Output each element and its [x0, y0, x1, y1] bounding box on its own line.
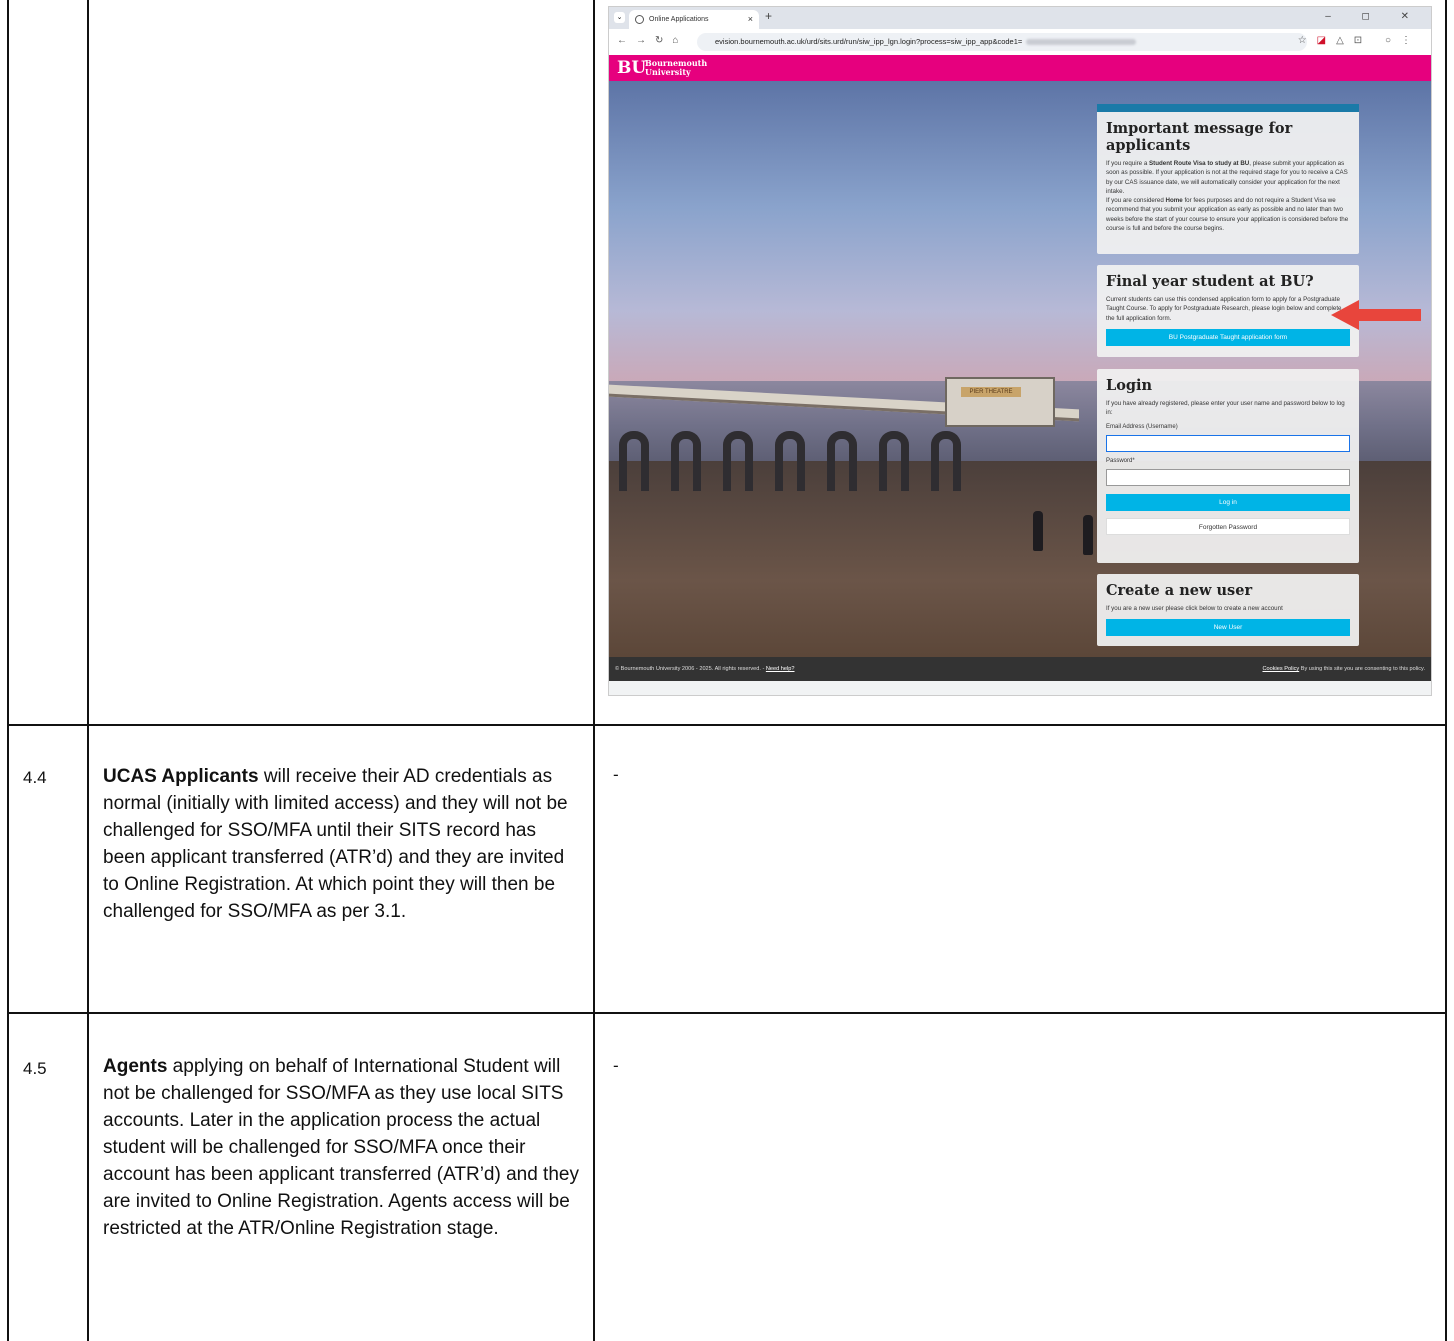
row-right-cell: -	[613, 1056, 619, 1075]
url-input[interactable]: evision.bournemouth.ac.uk/urd/sits.urd/r…	[697, 33, 1307, 51]
pier-theatre: PIER THEATRE	[945, 377, 1055, 427]
pier-arch	[879, 431, 909, 491]
row-right-cell: -	[613, 765, 619, 784]
person-silhouette	[1083, 515, 1093, 555]
row-description: Agents applying on behalf of Internation…	[103, 1053, 583, 1242]
new-user-button[interactable]: New User	[1106, 619, 1350, 637]
login-title: Login	[1106, 377, 1153, 394]
email-label: Email Address (Username)	[1106, 423, 1178, 430]
pier-arch	[619, 431, 649, 491]
url-text: evision.bournemouth.ac.uk/urd/sits.urd/r…	[715, 37, 1023, 46]
final-year-title: Final year student at BU?	[1106, 273, 1314, 290]
table-row-divider	[7, 724, 1447, 726]
row-body: will receive their AD credentials as nor…	[103, 766, 568, 922]
table-border-col2	[593, 0, 595, 1341]
cookies-policy-link[interactable]: Cookies Policy	[1262, 666, 1299, 672]
create-user-text: If you are a new user please click below…	[1106, 605, 1283, 612]
redacted-text	[1026, 39, 1137, 46]
pier-arch	[723, 431, 753, 491]
copyright-text: © Bournemouth University 2006 - 2025. Al…	[615, 666, 766, 672]
red-arrow-annotation	[1331, 300, 1421, 330]
pier-arch	[775, 431, 805, 491]
row-term: Agents	[103, 1056, 168, 1077]
tab-title: Online Applications	[649, 16, 709, 23]
globe-icon	[635, 15, 644, 24]
login-panel: Login If you have already registered, pl…	[1097, 369, 1359, 563]
site-header: BU Bournemouth University	[609, 55, 1431, 81]
browser-tab[interactable]: Online Applications ×	[629, 10, 759, 29]
browser-tab-bar: ⌄ Online Applications × + – ◻ ✕	[609, 7, 1431, 29]
row-term: UCAS Applicants	[103, 766, 259, 787]
final-year-text: Current students can use this condensed …	[1106, 296, 1342, 322]
password-field[interactable]	[1106, 468, 1350, 486]
nav-buttons[interactable]: ←→↻⌂	[617, 35, 687, 46]
login-button[interactable]: Log in	[1106, 493, 1350, 511]
important-title: Important message for applicants	[1106, 120, 1293, 154]
university-name-line2: University	[645, 67, 691, 77]
table-row-divider	[7, 1012, 1447, 1014]
login-text: If you have already registered, please e…	[1106, 400, 1345, 417]
university-name: Bournemouth University	[645, 59, 707, 77]
important-text-2: If you are considered Home for fees purp…	[1106, 197, 1349, 233]
close-tab-icon[interactable]: ×	[748, 10, 753, 29]
pier-arch	[671, 431, 701, 491]
pier-theatre-sign: PIER THEATRE	[961, 387, 1021, 397]
pg-taught-application-button[interactable]: BU Postgraduate Taught application form	[1106, 328, 1350, 346]
important-message-panel: Important message for applicants If you …	[1097, 104, 1359, 254]
password-label: Password*	[1106, 457, 1135, 464]
extension-icons[interactable]: ☆◪△⊡ ○⋮	[1298, 35, 1421, 46]
row-body: applying on behalf of International Stud…	[103, 1056, 579, 1239]
create-user-title: Create a new user	[1106, 582, 1253, 599]
embedded-screenshot: ⌄ Online Applications × + – ◻ ✕ ←→↻⌂ evi…	[608, 6, 1432, 696]
address-bar: ←→↻⌂ evision.bournemouth.ac.uk/urd/sits.…	[609, 29, 1431, 55]
window-controls[interactable]: – ◻ ✕	[1325, 11, 1423, 22]
row-number: 4.4	[23, 768, 47, 787]
table-border-col1	[87, 0, 89, 1341]
tab-search-icon[interactable]: ⌄	[614, 12, 625, 23]
new-tab-icon[interactable]: +	[765, 9, 772, 23]
row-number: 4.5	[23, 1059, 47, 1078]
site-footer: © Bournemouth University 2006 - 2025. Al…	[609, 657, 1431, 681]
forgotten-password-button[interactable]: Forgotten Password	[1106, 517, 1350, 535]
panel-accent-bar	[1097, 104, 1359, 112]
need-help-link[interactable]: Need help?	[766, 666, 795, 672]
final-year-panel: Final year student at BU? Current studen…	[1097, 265, 1359, 357]
row-description: UCAS Applicants will receive their AD cr…	[103, 763, 583, 925]
email-field[interactable]	[1106, 434, 1350, 452]
create-user-panel: Create a new user If you are a new user …	[1097, 574, 1359, 646]
pier-arch	[827, 431, 857, 491]
person-silhouette	[1033, 511, 1043, 551]
pier-arch	[931, 431, 961, 491]
cookie-notice: Cookies Policy By using this site you ar…	[1262, 657, 1425, 681]
important-text-1: If you require a Student Route Visa to s…	[1106, 160, 1348, 195]
bu-logo[interactable]: BU	[617, 58, 646, 78]
table-border-left	[7, 0, 9, 1341]
cookie-notice-text: By using this site you are consenting to…	[1299, 666, 1425, 672]
table-border-right	[1445, 0, 1447, 1341]
